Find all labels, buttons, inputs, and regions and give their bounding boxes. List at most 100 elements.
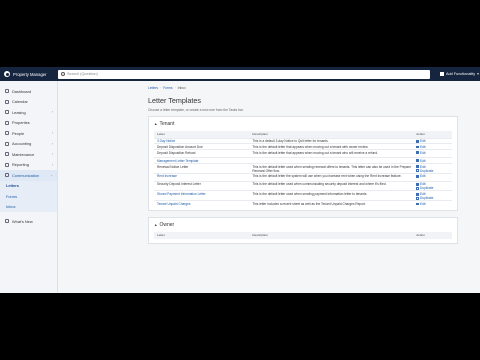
grid-icon: [440, 72, 444, 76]
letter-description: This is a default 3-day Notice to Quit l…: [252, 139, 329, 144]
sidebar-item-label: What's New: [12, 218, 33, 224]
sidebar-item-label: Properties: [12, 120, 30, 126]
sidebar-item-calendar[interactable]: Calendar: [0, 97, 57, 108]
letter-name: Security Deposit Interest Letter: [157, 182, 201, 187]
leasing-icon: [5, 110, 9, 115]
letter-name: Renewal Notice Letter: [157, 164, 189, 169]
edit-link[interactable]: Edit: [416, 174, 452, 178]
table-header: Letter Description Action: [154, 232, 452, 239]
letter-actions: Edit: [416, 151, 452, 155]
letter-description: This is the default letter that appears …: [252, 145, 369, 150]
brand[interactable]: Property Manager: [0, 71, 58, 77]
duplicate-link[interactable]: Duplicate: [416, 169, 452, 173]
edit-icon: [416, 159, 420, 163]
edit-icon: [416, 151, 420, 155]
video-frame: Property Manager Search (Question) Add F…: [0, 0, 480, 360]
collapse-triangle-icon: ▲: [154, 223, 158, 228]
sidebar-item-accounting[interactable]: Accounting ›: [0, 139, 57, 150]
breadcrumb-forms[interactable]: Forms: [163, 86, 172, 90]
breadcrumb-letters[interactable]: Letters: [148, 86, 158, 90]
tenant-section: ▲ Tenant Letter Description Action 3 Day…: [148, 116, 458, 212]
edit-link[interactable]: Edit: [416, 202, 452, 206]
sidebar-item-communication[interactable]: Communication ⌄: [0, 170, 57, 181]
people-icon: [5, 131, 9, 136]
edit-link[interactable]: Edit: [416, 139, 452, 143]
action-label: Duplicate: [420, 186, 434, 191]
letter-actions: Edit: [416, 159, 452, 163]
edit-icon: [416, 183, 420, 186]
owner-section-header[interactable]: ▲ Owner: [154, 221, 452, 229]
sidebar-item-maintenance[interactable]: Maintenance ›: [0, 149, 57, 160]
content-column: Letters · Forms · Inbox Letter Templates…: [148, 81, 458, 244]
sidebar-subitem-forms[interactable]: Forms: [0, 191, 57, 202]
owner-section: ▲ Owner Letter Description Action: [148, 217, 458, 244]
sidebar-item-label: Calendar: [12, 99, 28, 105]
sidebar-item-label: Maintenance: [12, 151, 35, 157]
letter-actions: Edit Duplicate: [416, 165, 452, 173]
edit-link[interactable]: Edit: [416, 159, 452, 163]
tenant-section-header[interactable]: ▲ Tenant: [154, 120, 452, 128]
tenant-section-title: Tenant: [159, 121, 175, 127]
column-header-letter: Letter: [157, 132, 165, 137]
chevron-right-icon: ›: [51, 110, 53, 115]
letter-actions: Edit: [416, 202, 452, 206]
sidebar-item-leasing[interactable]: Leasing ›: [0, 107, 57, 118]
accounting-icon: [5, 141, 9, 146]
column-header-letter: Letter: [157, 233, 165, 238]
app-window: Property Manager Search (Question) Add F…: [0, 67, 480, 293]
letter-description: This letter includes a recent sheet as w…: [252, 202, 366, 207]
table-row: Deposit Disposition Amount Due This is th…: [154, 143, 452, 149]
letter-name[interactable]: Stored Payment Information Letter: [154, 192, 252, 196]
column-header-action: Action: [416, 132, 425, 137]
search-placeholder: Search (Question): [67, 72, 98, 76]
search-input[interactable]: Search (Question): [58, 69, 430, 79]
chevron-right-icon: ›: [51, 131, 53, 136]
action-label: Edit: [420, 139, 426, 144]
top-bar: Property Manager Search (Question) Add F…: [0, 67, 480, 81]
letter-actions: Edit Duplicate: [416, 192, 452, 200]
chevron-right-icon: ›: [51, 162, 53, 167]
column-header-description: Description: [252, 132, 268, 137]
letter-description: This is the default letter that appears …: [252, 150, 378, 155]
letter-name[interactable]: Management Letter Template: [154, 159, 252, 163]
duplicate-link[interactable]: Duplicate: [416, 186, 452, 190]
sidebar-item-reporting[interactable]: Reporting ›: [0, 160, 57, 171]
letter-actions: Edit Duplicate: [416, 182, 452, 190]
duplicate-icon: [416, 187, 420, 190]
duplicate-link[interactable]: Duplicate: [416, 196, 452, 200]
table-row: 3 Day Notice This is a default 3-day Noti…: [154, 137, 452, 144]
sidebar: Dashboard Calendar Leasing › Properties P…: [0, 81, 58, 293]
edit-link[interactable]: Edit: [416, 145, 452, 149]
sidebar-item-label: Communication: [12, 172, 40, 178]
sidebar-item-dashboard[interactable]: Dashboard: [0, 86, 57, 97]
chevron-down-icon: ⌄: [50, 173, 53, 178]
sidebar-item-label: Reporting: [12, 162, 29, 168]
sidebar-item-whats-new[interactable]: What's New: [0, 216, 57, 227]
letter-name[interactable]: 3 Day Notice: [154, 139, 252, 143]
tenant-rows: 3 Day Notice This is a default 3-day Noti…: [154, 137, 452, 207]
table-row: Stored Payment Information Letter This is…: [154, 190, 452, 200]
sidebar-item-people[interactable]: People ›: [0, 128, 57, 139]
letter-name[interactable]: Tenant Unpaid Charges: [154, 202, 252, 206]
sparkle-icon: [5, 219, 9, 224]
edit-icon: [416, 145, 420, 149]
action-label: Edit: [420, 158, 426, 163]
breadcrumb-inbox[interactable]: Inbox: [178, 86, 186, 90]
letter-name[interactable]: Rent Increase: [154, 174, 252, 178]
add-functionality-label: Add Functionality: [446, 72, 476, 76]
collapse-triangle-icon: ▲: [154, 122, 158, 126]
sidebar-item-label: People: [12, 130, 25, 136]
sidebar-subitem-letters[interactable]: Letters: [0, 181, 57, 192]
column-header-description: Description: [252, 233, 268, 238]
dashboard-icon: [5, 89, 9, 94]
page-subtitle: Choose a letter template, or create a ne…: [148, 108, 244, 112]
edit-icon: [416, 139, 420, 143]
sidebar-item-properties[interactable]: Properties: [0, 118, 57, 129]
edit-link[interactable]: Edit: [416, 151, 452, 155]
chevron-right-icon: ›: [51, 152, 53, 157]
add-functionality-button[interactable]: Add Functionality ▾: [440, 72, 479, 76]
page-title: Letter Templates: [148, 96, 202, 105]
sidebar-item-label: Leasing: [12, 109, 26, 115]
sidebar-subitem-inbox[interactable]: Inbox: [0, 202, 57, 213]
duplicate-icon: [416, 196, 420, 200]
